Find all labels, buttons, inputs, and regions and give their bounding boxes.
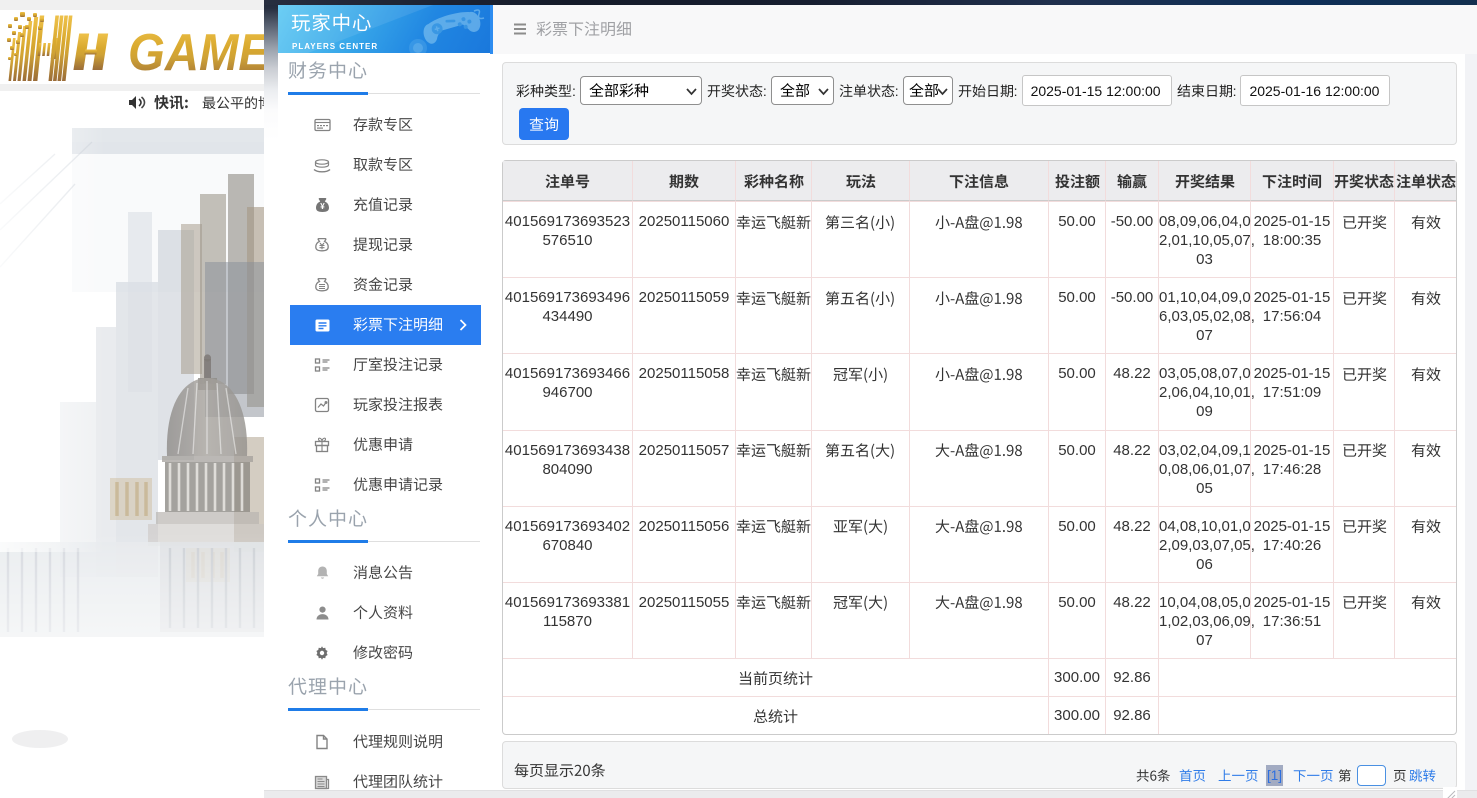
svg-text:¥: ¥	[320, 202, 325, 211]
svg-text:GAME: GAME	[128, 24, 264, 82]
